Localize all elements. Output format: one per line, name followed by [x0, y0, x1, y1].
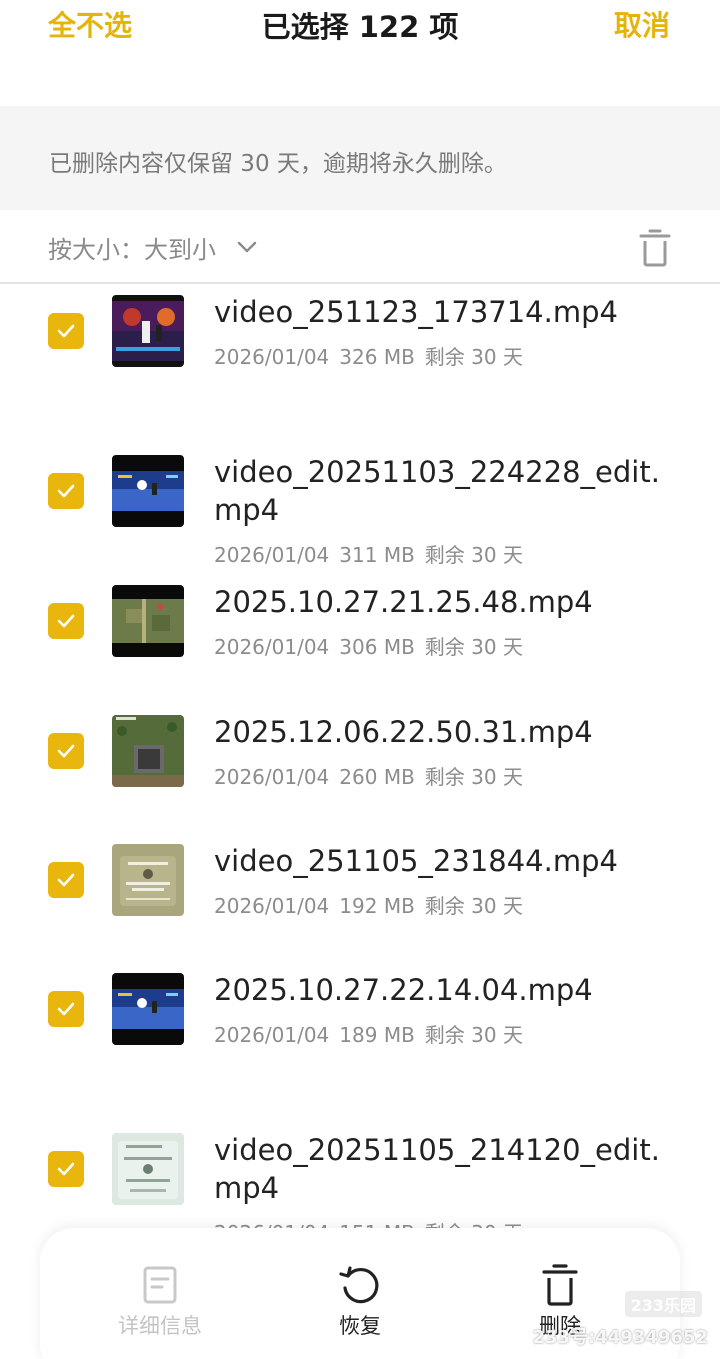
- file-name: 2025.10.27.22.14.04.mp4: [214, 973, 593, 1007]
- file-size: 189 MB: [339, 1023, 415, 1047]
- retention-notice: 已删除内容仅保留 30 天，逾期将永久删除。: [0, 106, 720, 210]
- file-date: 2026/01/04: [214, 765, 330, 789]
- chevron-down-icon: [237, 241, 257, 253]
- file-remaining: 剩余 30 天: [424, 345, 523, 369]
- file-date: 2026/01/04: [214, 543, 330, 567]
- file-checkbox[interactable]: [48, 1151, 84, 1187]
- file-checkbox[interactable]: [48, 733, 84, 769]
- video-thumbnail: [112, 455, 184, 527]
- file-name: video_251123_173714.mp4: [214, 295, 618, 329]
- file-row[interactable]: video_251105_231844.mp4 2026/01/04 192 MB 剩…: [0, 834, 720, 924]
- file-row[interactable]: 2025.10.27.21.25.48.mp4 2026/01/04 306 MB 剩…: [0, 575, 720, 665]
- file-checkbox[interactable]: [48, 313, 84, 349]
- checkmark-icon: [57, 614, 75, 628]
- trash-icon[interactable]: [638, 228, 672, 268]
- checkmark-icon: [57, 1002, 75, 1016]
- checkmark-icon: [57, 484, 75, 498]
- file-remaining: 剩余 30 天: [424, 635, 523, 659]
- file-date: 2026/01/04: [214, 894, 330, 918]
- sort-bar: 按大小：大到小: [0, 210, 720, 284]
- file-checkbox[interactable]: [48, 862, 84, 898]
- file-size: 311 MB: [339, 543, 415, 567]
- video-thumbnail: [112, 585, 184, 657]
- file-checkbox[interactable]: [48, 473, 84, 509]
- document-icon: [143, 1266, 177, 1304]
- file-meta: 2026/01/04 192 MB 剩余 30 天: [214, 890, 533, 919]
- sort-dropdown[interactable]: 按大小：大到小: [48, 230, 258, 264]
- file-size: 260 MB: [339, 765, 415, 789]
- file-row[interactable]: 2025.12.06.22.50.31.mp4 2026/01/04 260 MB 剩…: [0, 705, 720, 795]
- restore-label: 恢复: [339, 1314, 381, 1338]
- video-thumbnail: [112, 715, 184, 787]
- video-thumbnail: [112, 1133, 184, 1205]
- file-meta: 2026/01/04 311 MB 剩余 30 天: [214, 539, 533, 568]
- file-checkbox[interactable]: [48, 603, 84, 639]
- top-bar: 全不选 已选择 122 项 取消: [0, 0, 720, 106]
- details-button[interactable]: 详细信息: [90, 1262, 230, 1340]
- checkmark-icon: [57, 744, 75, 758]
- checkmark-icon: [57, 1162, 75, 1176]
- page-title: 已选择 122 项: [261, 10, 459, 44]
- watermark-logo: 233乐园: [624, 1291, 702, 1317]
- file-name: video_20251103_224228_edit.mp4: [214, 455, 660, 527]
- file-checkbox[interactable]: [48, 991, 84, 1027]
- details-label: 详细信息: [118, 1314, 202, 1338]
- file-remaining: 剩余 30 天: [424, 543, 523, 567]
- video-thumbnail: [112, 973, 184, 1045]
- file-name: 2025.10.27.21.25.48.mp4: [214, 585, 593, 619]
- file-row[interactable]: 2025.10.27.22.14.04.mp4 2026/01/04 189 MB 剩…: [0, 963, 720, 1053]
- file-meta: 2026/01/04 306 MB 剩余 30 天: [214, 631, 533, 660]
- file-date: 2026/01/04: [214, 635, 330, 659]
- checkmark-icon: [57, 324, 75, 338]
- file-remaining: 剩余 30 天: [424, 1023, 523, 1047]
- watermark-id: 233号:449349652: [532, 1327, 709, 1348]
- file-size: 326 MB: [339, 345, 415, 369]
- cancel-button[interactable]: 取消: [614, 4, 670, 44]
- file-meta: 2026/01/04 326 MB 剩余 30 天: [214, 341, 533, 370]
- file-meta: 2026/01/04 260 MB 剩余 30 天: [214, 761, 533, 790]
- trash-icon: [542, 1264, 578, 1306]
- file-name: video_251105_231844.mp4: [214, 844, 618, 878]
- file-remaining: 剩余 30 天: [424, 765, 523, 789]
- restore-button[interactable]: 恢复: [290, 1262, 430, 1340]
- file-name: 2025.12.06.22.50.31.mp4: [214, 715, 593, 749]
- file-meta: 2026/01/04 189 MB 剩余 30 天: [214, 1019, 533, 1048]
- file-size: 306 MB: [339, 635, 415, 659]
- file-name: video_20251105_214120_edit.mp4: [214, 1133, 660, 1205]
- video-thumbnail: [112, 844, 184, 916]
- sort-label: 按大小：大到小: [48, 235, 216, 264]
- file-size: 192 MB: [339, 894, 415, 918]
- restore-icon: [339, 1266, 379, 1304]
- file-remaining: 剩余 30 天: [424, 894, 523, 918]
- retention-notice-text: 已删除内容仅保留 30 天，逾期将永久删除。: [49, 151, 507, 177]
- checkmark-icon: [57, 873, 75, 887]
- file-date: 2026/01/04: [214, 1023, 330, 1047]
- file-date: 2026/01/04: [214, 345, 330, 369]
- video-thumbnail: [112, 295, 184, 367]
- file-row[interactable]: video_251123_173714.mp4 2026/01/04 326 MB 剩…: [0, 285, 720, 375]
